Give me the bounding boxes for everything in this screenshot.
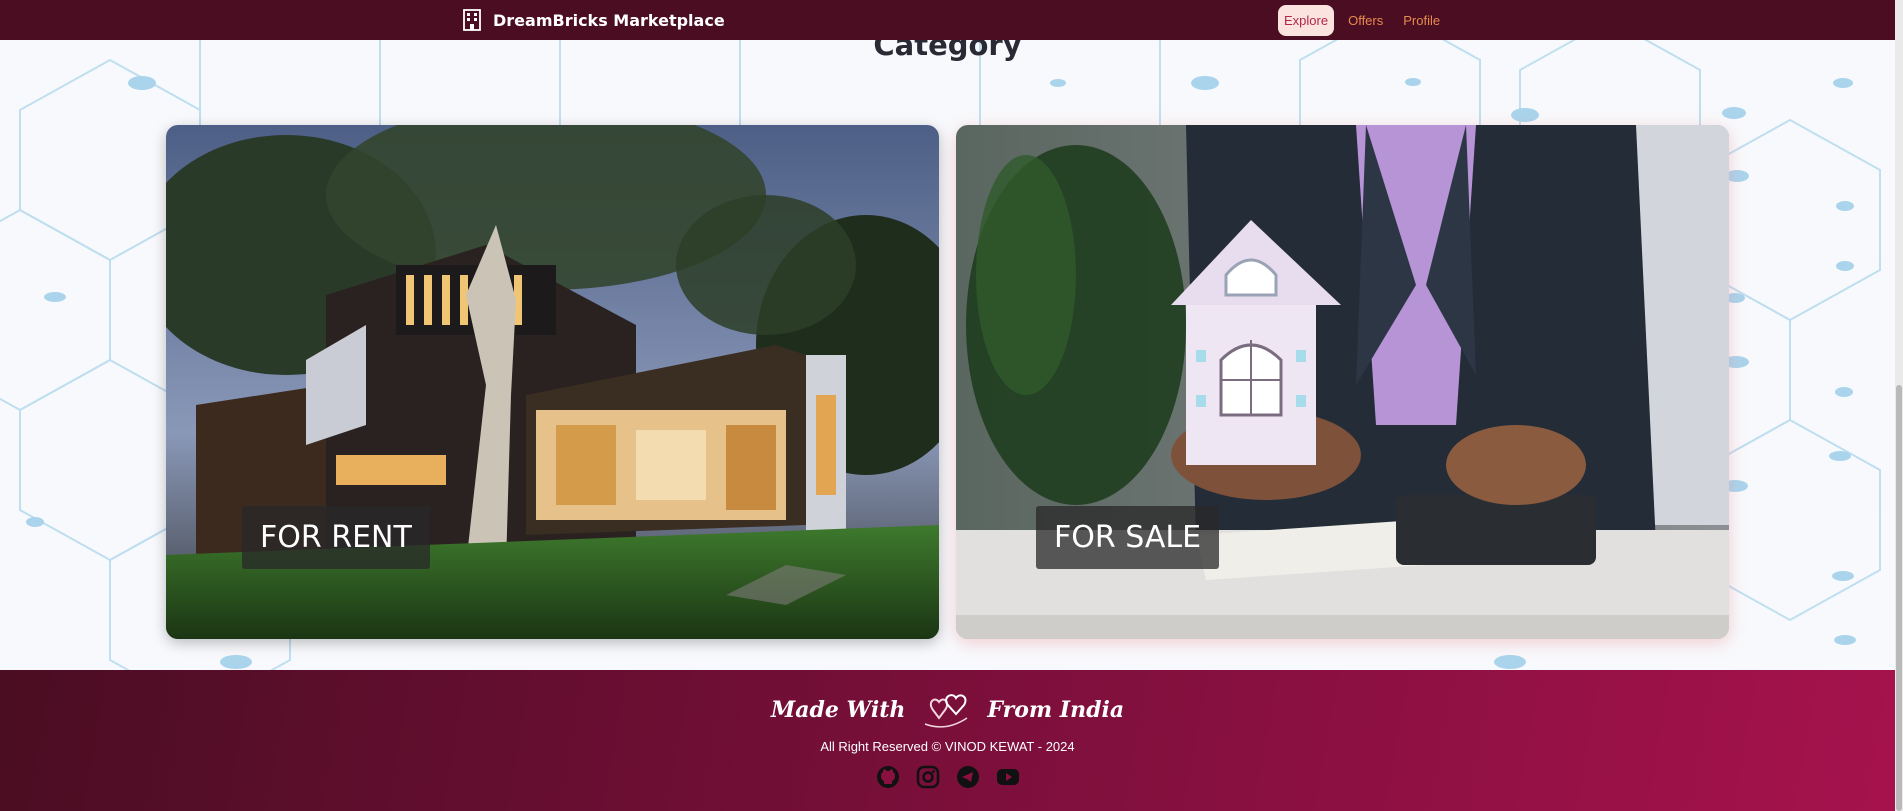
made-with-line: Made With From India	[0, 688, 1895, 732]
nav-link-profile[interactable]: Profile	[1397, 6, 1446, 35]
heart-icon	[919, 688, 973, 732]
social-links	[0, 765, 1895, 789]
card-label-sale: FOR SALE	[1036, 506, 1220, 569]
github-icon[interactable]	[876, 765, 900, 789]
footer: Made With From India All Right Reserved …	[0, 670, 1895, 811]
telegram-icon[interactable]	[956, 765, 980, 789]
category-card-sale[interactable]: FOR SALE	[956, 125, 1729, 639]
nav-link-offers[interactable]: Offers	[1342, 6, 1389, 35]
nav-links: Explore Offers Profile	[1278, 4, 1446, 36]
instagram-icon[interactable]	[916, 765, 940, 789]
copyright-text: All Right Reserved © VINOD KEWAT - 2024	[820, 739, 1075, 754]
category-card-rent[interactable]: FOR RENT	[166, 125, 939, 639]
made-with-text: Made With	[770, 697, 906, 723]
building-icon	[463, 9, 481, 31]
nav-link-explore[interactable]: Explore	[1278, 4, 1335, 36]
scrollbar-thumb[interactable]	[1896, 385, 1902, 811]
card-label-rent: FOR RENT	[242, 506, 430, 569]
page-scrollbar[interactable]	[1895, 0, 1903, 811]
top-navbar: DreamBricks Marketplace Explore Offers P…	[0, 0, 1895, 40]
youtube-icon[interactable]	[996, 765, 1020, 789]
from-india-text: From India	[987, 697, 1125, 723]
brand-title: DreamBricks Marketplace	[493, 10, 725, 30]
brand[interactable]: DreamBricks Marketplace	[463, 7, 725, 33]
